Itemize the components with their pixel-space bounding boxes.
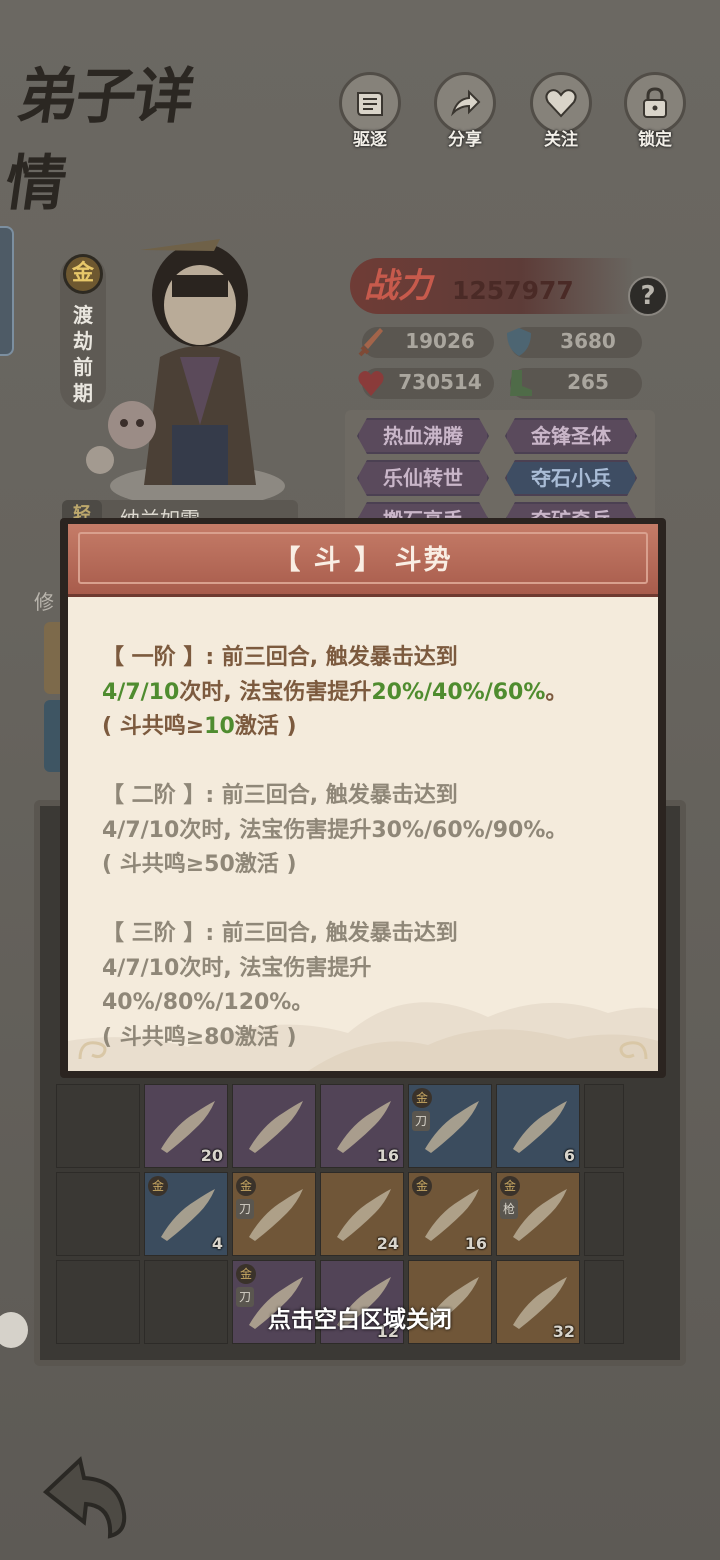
tier-2-mid: 次时, 法宝伤害提升 [179,817,372,843]
defense-value: 3680 [560,329,616,353]
boot-icon [510,370,532,396]
equipment-slot[interactable]: 20 [144,1084,228,1168]
tier-3-boost: 40%/80%/120% [102,990,292,1015]
tier-1-cond-close: 激活 ) [234,714,297,739]
tier-1-boost: 20%/40%/60% [371,679,546,705]
traits-panel: 热血沸腾 金锋圣体 乐仙转世 夺石小兵 搬石高手 夺矿奇兵 [345,410,655,535]
power-value: 1257977 [452,276,574,305]
expel-label: 驱逐 [353,130,387,150]
sword-icon [358,328,383,357]
trait-badge[interactable]: 金锋圣体 [505,418,637,454]
cultivation-label: 修 [34,590,54,614]
tier-3-cond-close: 激活 ) [234,1024,297,1050]
hp-stat: 730514 [358,368,494,399]
gold-grade-badge: 金 [236,1176,256,1196]
tier-2-prefix: 【 二阶 】: 前三回合, 触发暴击达到 [102,783,458,808]
tier-3-prefix: 【 三阶 】: 前三回合, 触发暴击达到 [102,921,458,946]
equipment-level: 6 [563,1146,575,1165]
speed-value: 265 [567,370,609,394]
gold-grade-badge: 金 [148,1176,168,1196]
tier-1-cond-num: 10 [204,714,235,739]
empty-slot [584,1172,624,1256]
expel-button[interactable]: 驱逐 [335,72,405,152]
attack-value: 19026 [405,329,475,353]
tier-1-end: 。 [545,679,568,705]
modal-header: 【 斗 】 斗势 [68,524,658,597]
equipment-slot[interactable]: 金枪 [496,1172,580,1256]
tier-1-mid: 次时, 法宝伤害提升 [179,679,372,705]
tier-2-cond-close: 激活 ) [234,852,297,877]
tier-2-counts: 4/7/10 [102,817,180,843]
equipment-slot[interactable]: 16 [320,1084,404,1168]
equipment-slot[interactable]: 金刀 [408,1084,492,1168]
weapon-type-tag: 刀 [236,1199,254,1219]
gold-grade-badge: 金 [412,1176,432,1196]
weapon-icon [513,1101,567,1153]
equipment-level: 24 [376,1234,399,1253]
resonance-modal[interactable]: 【 斗 】 斗势 【 一阶 】: 前三回合, 触发暴击达到 4/7/10次时, … [60,518,666,1078]
tier-1-description: 【 一阶 】: 前三回合, 触发暴击达到 4/7/10次时, 法宝伤害提升20%… [102,641,642,745]
speed-stat: 265 [510,368,642,399]
page-title: 弟子详情 [0,62,198,219]
hp-value: 730514 [398,370,482,394]
tier-1-counts: 4/7/10 [102,679,180,705]
weapon-icon [249,1101,303,1153]
modal-body: 【 一阶 】: 前三回合, 触发暴击达到 4/7/10次时, 法宝伤害提升20%… [68,597,658,1071]
heart-hp-icon [358,371,384,396]
equipment-slot[interactable]: 金刀 [232,1172,316,1256]
equipment-slot[interactable] [232,1084,316,1168]
tier-3-counts: 4/7/10 [102,955,180,981]
follow-label: 关注 [544,130,578,150]
game-screen[interactable]: 弟子详情 驱逐 分享 关注 锁定 金 渡劫前期 轻 战力 1257977 ? 1… [0,0,720,1560]
share-button[interactable]: 分享 [430,72,500,152]
defense-stat: 3680 [507,327,642,358]
tier-2-cond-open: ( 斗共鸣≥ [102,852,205,877]
trait-badge[interactable]: 热血沸腾 [357,418,489,454]
gold-grade-badge: 金 [500,1176,520,1196]
close-hint[interactable]: 点击空白区域关闭 [0,1300,720,1334]
equipment-slot[interactable]: 金 16 [408,1172,492,1256]
back-arrow-icon[interactable] [40,1452,130,1540]
modal-title: 【 斗 】 斗势 [273,545,453,576]
tier-2-cond-num: 50 [204,852,235,877]
side-drawer-tab[interactable] [0,226,14,356]
equipment-level: 4 [211,1234,223,1253]
trait-badge[interactable]: 夺石小兵 [505,460,637,496]
empty-slot [56,1172,140,1256]
tier-2-description: 【 二阶 】: 前三回合, 触发暴击达到 4/7/10次时, 法宝伤害提升30%… [102,779,642,883]
tier-3-end: 。 [291,990,314,1015]
scroll-ornament-left [78,1041,107,1060]
tier-3-cond-num: 80 [204,1024,235,1050]
equipment-slot[interactable]: 6 [496,1084,580,1168]
gold-grade-badge: 金 [236,1264,256,1284]
tier-3-mid: 次时, 法宝伤害提升 [179,955,372,981]
tier-1-cond-open: ( 斗共鸣≥ [102,714,205,739]
lock-button[interactable]: 锁定 [620,72,690,152]
tier-1-prefix: 【 一阶 】: 前三回合, 触发暴击达到 [102,645,458,670]
scroll-ornament-right [619,1041,648,1060]
equipment-slot[interactable]: 金4 [144,1172,228,1256]
follow-button[interactable]: 关注 [526,72,596,152]
disciple-portrait[interactable] [80,225,300,505]
weapon-type-tag: 刀 [412,1111,430,1131]
equipment-level: 20 [200,1146,223,1165]
lock-label: 锁定 [638,130,672,150]
tier-3-description: 【 三阶 】: 前三回合, 触发暴击达到 4/7/10次时, 法宝伤害提升 40… [102,917,642,1055]
empty-slot [56,1084,140,1168]
power-label: 战力 [364,266,432,306]
trait-badge[interactable]: 乐仙转世 [357,460,489,496]
tier-2-end: 。 [545,817,568,843]
equipment-level: 16 [376,1146,399,1165]
empty-slot [584,1084,624,1168]
share-label: 分享 [448,130,482,150]
weapon-type-tag: 枪 [500,1199,518,1219]
power-help-button[interactable]: ? [628,276,668,316]
equipment-slot[interactable]: 24 [320,1172,404,1256]
equipment-level: 16 [464,1234,487,1253]
gold-grade-badge: 金 [412,1088,432,1108]
attack-stat: 19026 [358,327,494,358]
tier-2-boost: 30%/60%/90% [371,817,546,843]
shield-icon [507,328,531,356]
